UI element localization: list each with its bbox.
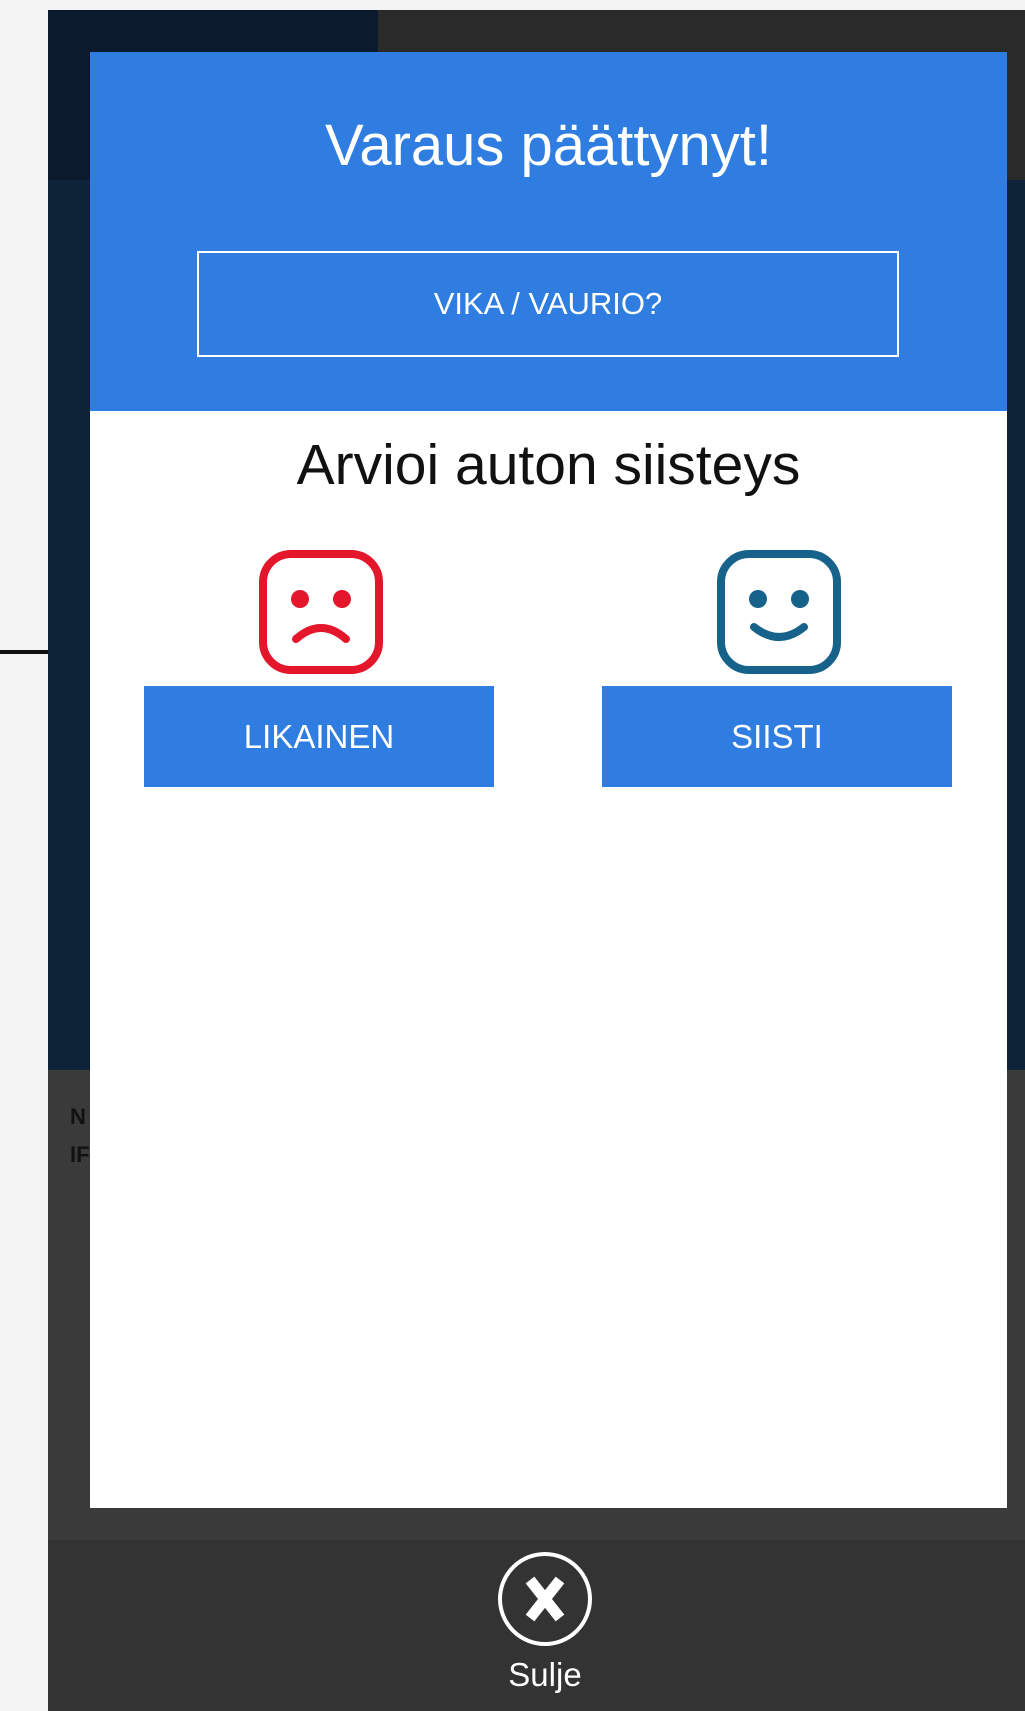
divider-line xyxy=(0,650,48,654)
close-label: Sulje xyxy=(508,1656,582,1693)
rate-dirty-button[interactable]: LIKAINEN xyxy=(144,686,494,787)
rating-heading: Arvioi auton siisteys xyxy=(296,433,801,497)
background-info-text: N IF xyxy=(70,1098,90,1174)
background-info-line: N xyxy=(70,1104,86,1129)
report-damage-button[interactable]: VIKA / VAURIO? xyxy=(197,251,899,357)
modal-title: Varaus päättynyt! xyxy=(324,113,773,178)
sad-face-icon[interactable] xyxy=(256,547,386,677)
close-x-icon[interactable] xyxy=(496,1550,594,1648)
rate-clean-button[interactable]: SIISTI xyxy=(602,686,952,787)
modal-header: Varaus päättynyt! VIKA / VAURIO? xyxy=(90,52,1007,411)
rating-modal: Varaus päättynyt! VIKA / VAURIO? Arvioi … xyxy=(90,52,1007,1508)
background-info-line: IF xyxy=(70,1142,90,1167)
happy-face-icon[interactable] xyxy=(714,547,844,677)
close-button[interactable]: Sulje xyxy=(480,1550,610,1711)
